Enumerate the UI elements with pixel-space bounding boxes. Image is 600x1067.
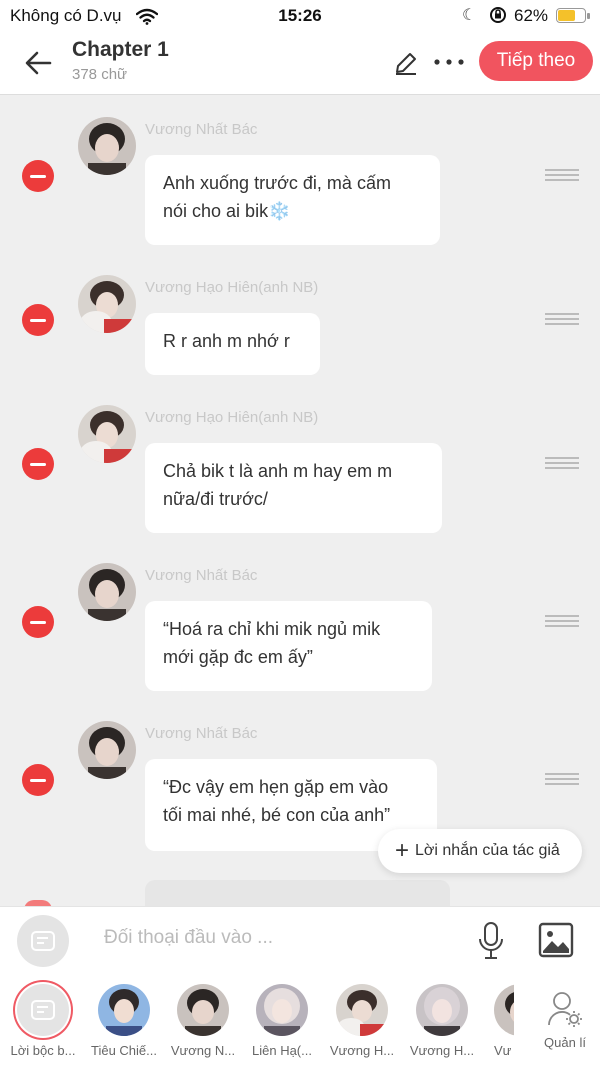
chat-bubble-icon bbox=[31, 1000, 55, 1020]
avatar bbox=[416, 984, 468, 1036]
character-name: Vương N... bbox=[170, 1043, 236, 1058]
drag-handle-icon[interactable] bbox=[545, 169, 579, 181]
input-bar bbox=[0, 906, 600, 978]
user-settings-icon bbox=[548, 992, 582, 1027]
message-bubble[interactable]: Anh xuống trước đi, mà cấm nói cho ai bi… bbox=[145, 155, 440, 245]
character-item[interactable]: Vư bbox=[482, 984, 514, 1058]
chapter-header: Chapter 1 378 chữ Tiếp theo bbox=[0, 32, 600, 95]
message-bubble[interactable]: Chả bik t là anh m hay em m nữa/đi trước… bbox=[145, 443, 442, 533]
drag-handle-icon[interactable] bbox=[545, 773, 579, 785]
status-bar: Không có D.vụ 15:26 ☾ 62% bbox=[0, 0, 600, 32]
character-item[interactable]: Vương H... bbox=[403, 984, 481, 1058]
avatar bbox=[336, 984, 388, 1036]
message-bubble[interactable]: “Hoá ra chỉ khi mik ngủ mik mới gặp đc e… bbox=[145, 601, 432, 691]
battery-percent: 62% bbox=[514, 6, 549, 25]
sender-name: Vương Hạo Hiên(anh NB) bbox=[145, 279, 319, 296]
moon-icon: ☾ bbox=[462, 7, 477, 24]
avatar bbox=[177, 984, 229, 1036]
word-count: 378 chữ bbox=[72, 66, 128, 83]
remove-message-button[interactable] bbox=[22, 448, 54, 480]
remove-message-button[interactable] bbox=[22, 304, 54, 336]
next-chapter-button[interactable]: Tiếp theo bbox=[479, 41, 593, 81]
message-bubble[interactable]: R r anh m nhớ r bbox=[145, 313, 320, 375]
manage-characters-button[interactable]: Quản lí bbox=[540, 990, 590, 1050]
character-name: Vương H... bbox=[329, 1043, 395, 1058]
character-name: Liên Hạ(... bbox=[252, 1043, 312, 1058]
avatar bbox=[78, 275, 136, 333]
character-name: Tiêu Chiế... bbox=[91, 1043, 157, 1058]
rotation-lock-icon bbox=[490, 7, 506, 23]
battery-fill bbox=[558, 10, 576, 21]
plus-icon: + bbox=[395, 837, 410, 864]
avatar bbox=[78, 563, 136, 621]
character-item[interactable]: Vương N... bbox=[164, 984, 242, 1058]
author-note-button[interactable]: + Lời nhắn của tác giả bbox=[378, 829, 582, 873]
narrator-avatar bbox=[17, 984, 69, 1036]
character-name: Lời bộc b... bbox=[10, 1043, 76, 1058]
avatar bbox=[494, 984, 514, 1036]
edit-pencil-icon[interactable] bbox=[393, 50, 419, 76]
character-name: Vư bbox=[494, 1043, 512, 1058]
character-item[interactable]: Tiêu Chiế... bbox=[85, 984, 163, 1058]
manage-label: Quản lí bbox=[544, 1035, 586, 1050]
sender-name: Vương Nhất Bác bbox=[145, 121, 258, 138]
remove-message-button[interactable] bbox=[22, 606, 54, 638]
chat-bubble-icon bbox=[31, 931, 55, 951]
sender-name: Vương Hạo Hiên(anh NB) bbox=[145, 409, 319, 426]
drag-handle-icon[interactable] bbox=[545, 615, 579, 627]
character-narrator[interactable]: Lời bộc b... bbox=[4, 984, 82, 1058]
drag-handle-icon[interactable] bbox=[545, 457, 579, 469]
message-type-button[interactable] bbox=[17, 915, 69, 967]
dialogue-input[interactable] bbox=[104, 927, 434, 949]
avatar bbox=[98, 984, 150, 1036]
character-bar: Lời bộc b... Tiêu Chiế... Vương N... Liê… bbox=[0, 976, 600, 1067]
image-icon[interactable] bbox=[537, 921, 575, 959]
avatar bbox=[78, 405, 136, 463]
chapter-title: Chapter 1 bbox=[72, 38, 169, 61]
avatar bbox=[256, 984, 308, 1036]
more-options-icon[interactable] bbox=[432, 50, 466, 74]
character-item[interactable]: Liên Hạ(... bbox=[243, 984, 321, 1058]
character-item[interactable]: Vương H... bbox=[323, 984, 401, 1058]
microphone-icon[interactable] bbox=[476, 921, 506, 961]
sender-name: Vương Nhất Bác bbox=[145, 567, 258, 584]
remove-message-button[interactable] bbox=[22, 764, 54, 796]
avatar bbox=[78, 117, 136, 175]
drag-handle-icon[interactable] bbox=[545, 313, 579, 325]
character-name: Vương H... bbox=[409, 1043, 475, 1058]
remove-message-button[interactable] bbox=[22, 160, 54, 192]
avatar bbox=[78, 721, 136, 779]
back-arrow-icon[interactable] bbox=[22, 46, 56, 80]
clock: 15:26 bbox=[278, 6, 322, 25]
sender-name: Vương Nhất Bác bbox=[145, 725, 258, 742]
battery-icon bbox=[556, 8, 590, 23]
author-note-label: Lời nhắn của tác giả bbox=[415, 842, 560, 859]
